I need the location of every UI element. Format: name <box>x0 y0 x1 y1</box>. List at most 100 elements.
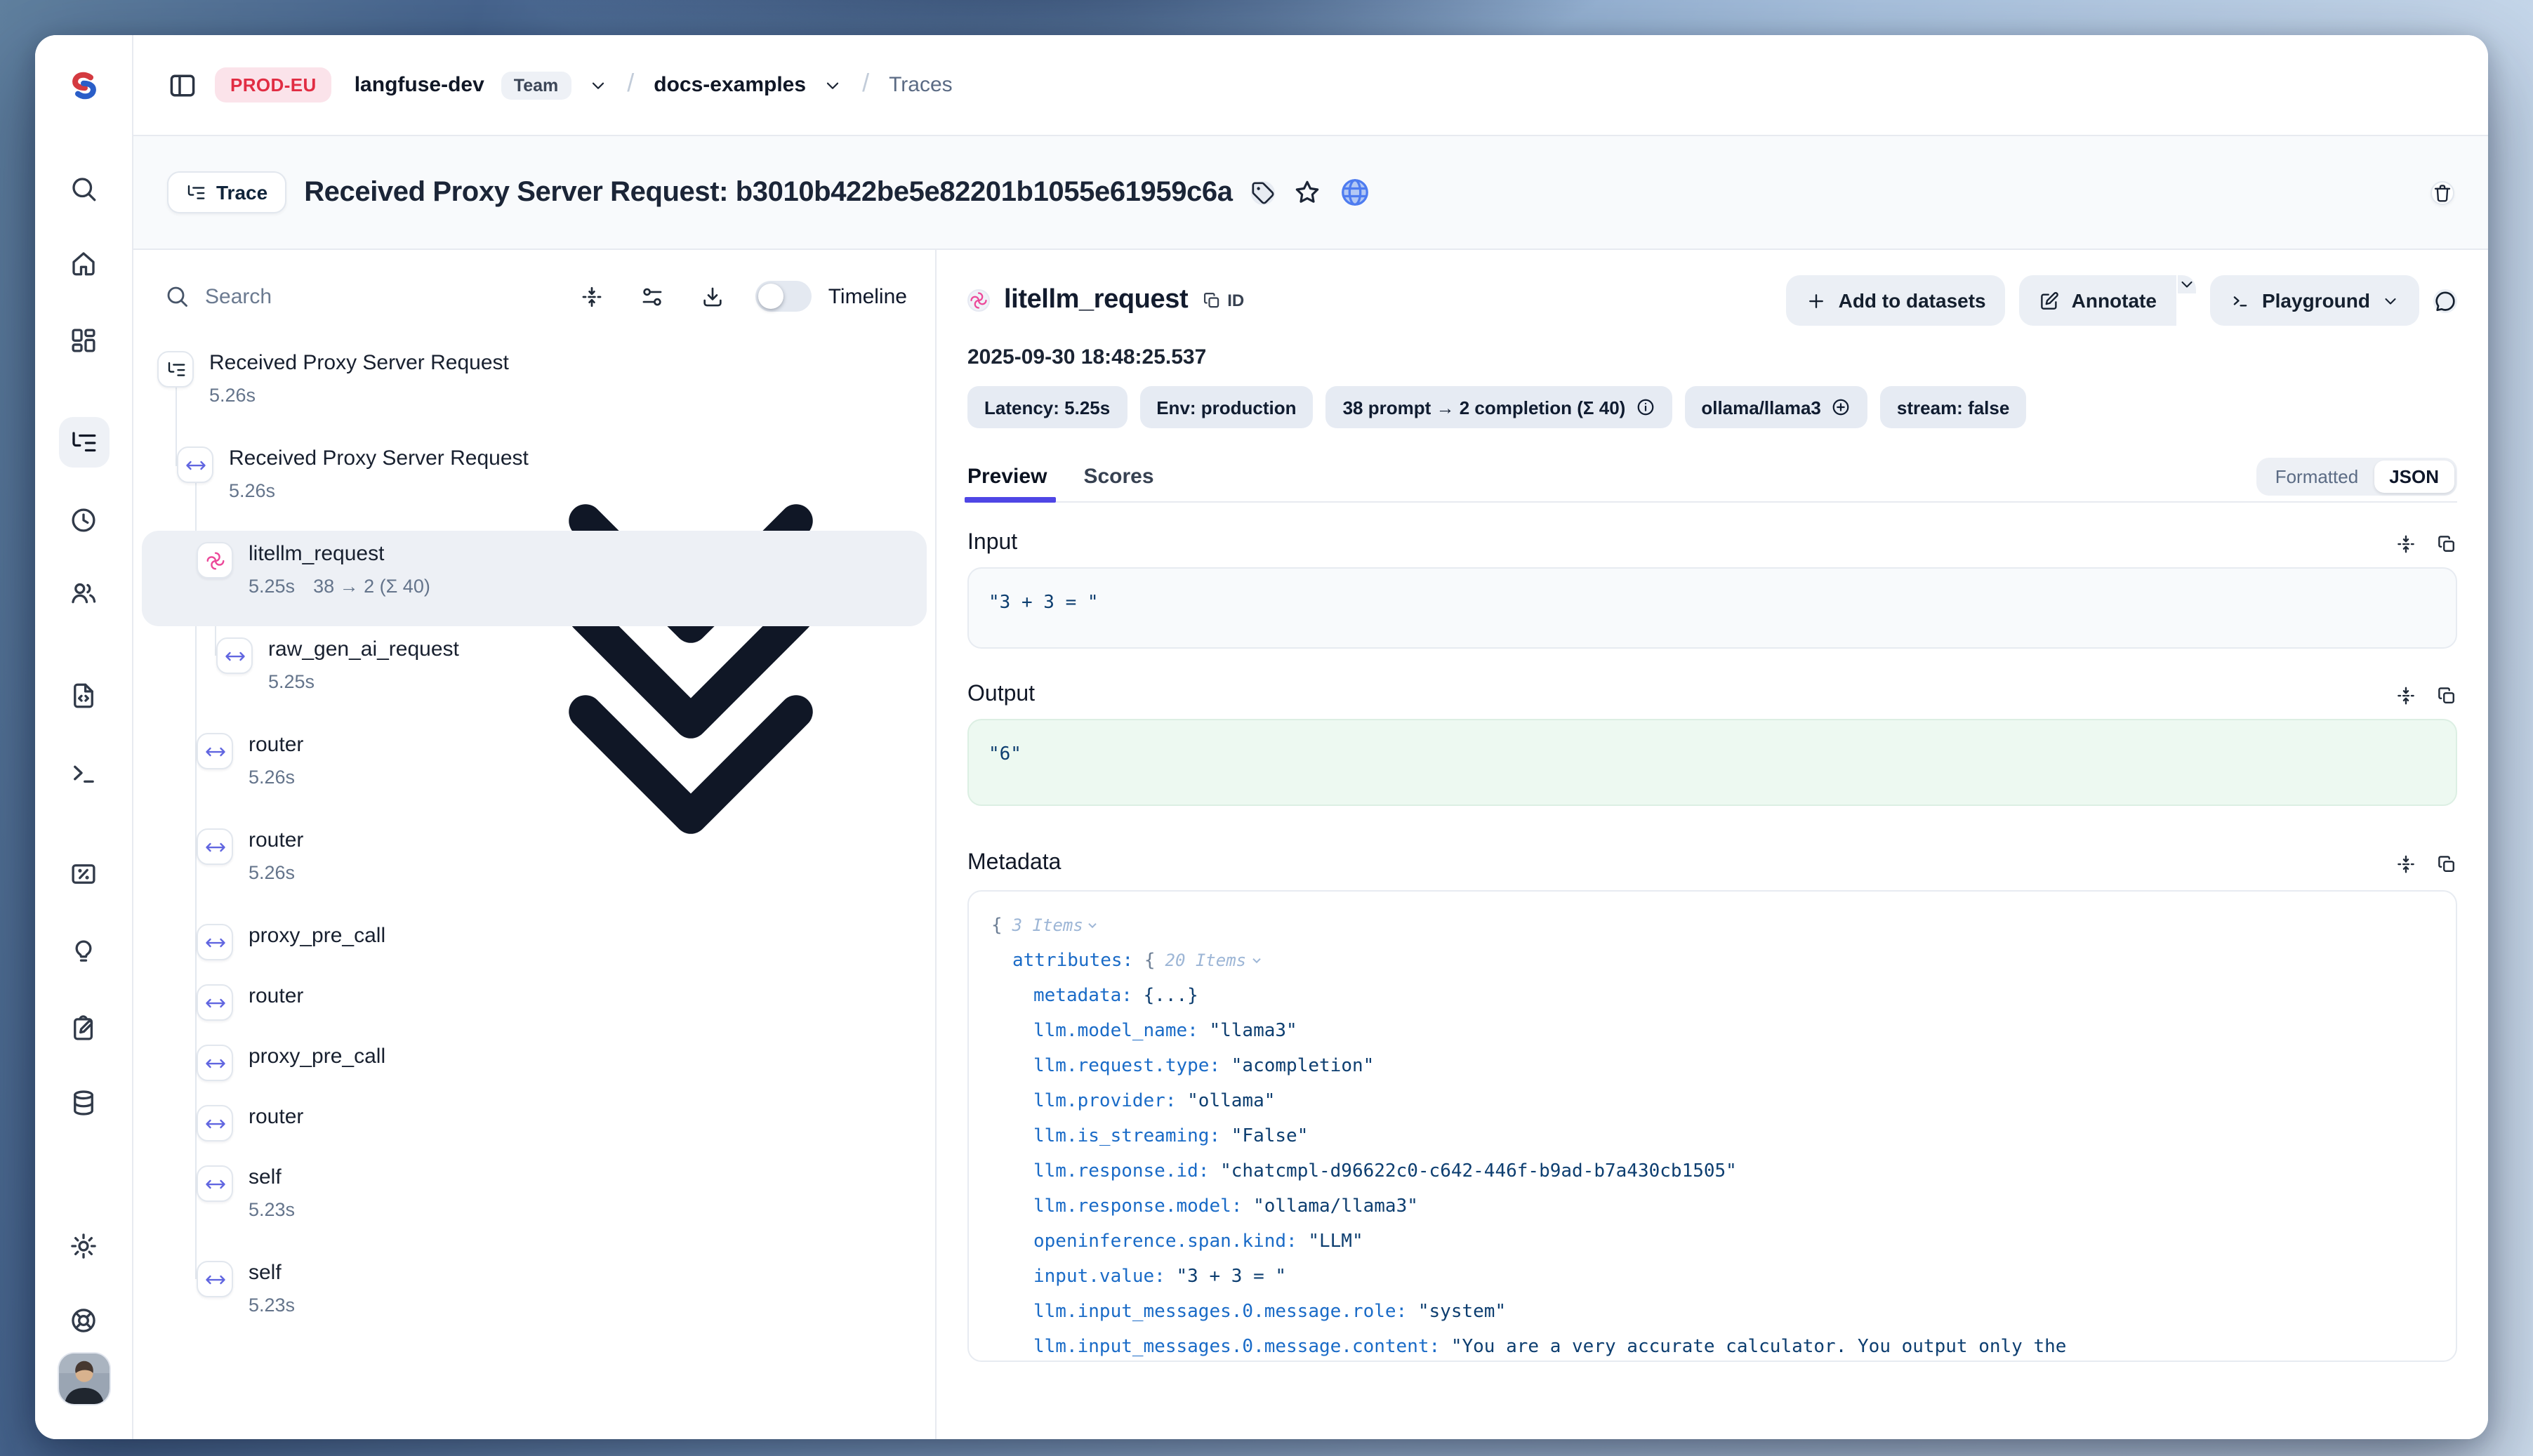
tree-node-proxy-pre-call[interactable]: proxy_pre_call <box>142 1033 927 1094</box>
fold-vertical-icon[interactable] <box>2395 853 2416 874</box>
sidebar-item-home[interactable] <box>58 237 109 288</box>
sidebar-item-annotation[interactable] <box>58 1002 109 1053</box>
json-row: llm.is_streaming: "False" <box>991 1119 2433 1154</box>
json-row: llm.input_messages.0.message.content: "Y… <box>991 1330 2433 1362</box>
environment-badge: PROD-EU <box>215 67 332 102</box>
json-value: "acompletion" <box>1231 1056 1375 1077</box>
copy-id-button[interactable]: ID <box>1202 291 1244 310</box>
sidebar-item-search[interactable] <box>58 163 109 213</box>
json-collapse-hint[interactable]: 3 Items <box>1012 915 1100 935</box>
timeline-toggle[interactable] <box>755 281 812 312</box>
json-row: llm.response.model: "ollama/llama3" <box>991 1189 2433 1224</box>
tree-node-router[interactable]: router <box>142 973 927 1033</box>
fold-vertical-icon[interactable] <box>2395 533 2416 554</box>
sidebar-item-users[interactable] <box>58 567 109 618</box>
annotate-button[interactable]: Annotate <box>2020 275 2176 326</box>
tree-node-proxy-pre-call[interactable]: proxy_pre_call <box>142 913 927 973</box>
breadcrumb-section[interactable]: Traces <box>889 73 953 97</box>
sidebar-item-ideas[interactable] <box>58 925 109 976</box>
detail-tabs: Preview Scores FormattedJSON <box>967 451 2457 503</box>
format-option-formatted[interactable]: Formatted <box>2260 460 2374 492</box>
observation-detail-panel: litellm_request ID Add to datasets Annot… <box>937 250 2488 1439</box>
sessions-icon <box>69 505 98 534</box>
prompts-icon <box>69 680 98 710</box>
tree-node-self[interactable]: self5.23s <box>142 1250 927 1345</box>
add-to-datasets-button[interactable]: Add to datasets <box>1787 275 2006 326</box>
langfuse-logo[interactable] <box>35 35 133 136</box>
chevron-down-icon <box>2381 291 2400 310</box>
playground-button[interactable]: Playground <box>2210 275 2419 326</box>
panel-left-icon[interactable] <box>167 70 198 100</box>
sidebar-item-traces[interactable] <box>58 417 109 468</box>
badge-text: stream: false <box>1897 397 2009 418</box>
json-value: "system" <box>1418 1302 1506 1323</box>
tree-node-router[interactable]: router5.26s <box>142 722 927 817</box>
info-icon[interactable] <box>1635 397 1655 417</box>
node-duration: 5.26s <box>249 764 295 790</box>
sidebar-item-support[interactable] <box>58 1295 109 1345</box>
copy-icon[interactable] <box>2436 853 2457 874</box>
dashboard-icon <box>69 325 98 355</box>
trace-title: Received Proxy Server Request: b3010b422… <box>304 176 1232 209</box>
tree-node-raw-gen-ai-request[interactable]: raw_gen_ai_request5.25s <box>142 626 927 722</box>
plus-circle-icon[interactable] <box>1831 397 1851 417</box>
sidebar-item-sessions[interactable] <box>58 494 109 545</box>
copy-icon[interactable] <box>2436 684 2457 706</box>
json-key: llm.input_messages.0.message.role: <box>1033 1302 1407 1323</box>
sidebar-item-settings[interactable] <box>58 1220 109 1271</box>
sidebar-item-playground[interactable] <box>58 747 109 798</box>
tab-scores[interactable]: Scores <box>1083 451 1153 501</box>
node-duration: 5.26s <box>249 859 295 886</box>
node-name: litellm_request <box>249 539 430 569</box>
json-key: openinference.span.kind: <box>1033 1231 1297 1252</box>
node-name: proxy_pre_call <box>249 921 385 951</box>
delete-trace-button[interactable] <box>2431 180 2454 204</box>
sidebar-item-datasets[interactable] <box>58 1077 109 1127</box>
timeline-label: Timeline <box>828 284 907 308</box>
tree-node-received-proxy-server-request[interactable]: Received Proxy Server Request5.26s <box>142 435 927 531</box>
json-key: llm.request.type: <box>1033 1056 1220 1077</box>
project-chevron-down-icon[interactable] <box>823 75 842 95</box>
node-name: raw_gen_ai_request <box>268 635 459 664</box>
org-name[interactable]: langfuse-dev <box>355 73 484 97</box>
json-value: "3 + 3 = " <box>1177 1266 1287 1288</box>
json-key: llm.input_messages.0.message.content: <box>1033 1337 1440 1358</box>
breadcrumb-divider: / <box>627 69 634 98</box>
json-row: attributes: {20 Items <box>991 944 2433 979</box>
tree-node-received-proxy-server-request[interactable]: Received Proxy Server Request5.26s <box>142 340 927 435</box>
tree-node-router[interactable]: router5.26s <box>142 817 927 913</box>
copy-icon <box>1202 291 1222 310</box>
traces-icon <box>69 428 98 457</box>
tree-node-self[interactable]: self5.23s <box>142 1154 927 1250</box>
annotate-dropdown-chevron[interactable] <box>2178 275 2196 293</box>
tree-node-litellm-request[interactable]: litellm_request5.25s38 → 2 (Σ 40) <box>142 531 927 626</box>
fold-vertical-icon[interactable] <box>2395 684 2416 706</box>
globe-icon[interactable] <box>1340 177 1370 208</box>
span-icon <box>224 645 245 666</box>
project-name[interactable]: docs-examples <box>654 73 806 97</box>
display-settings-icon[interactable] <box>640 284 664 308</box>
search-input[interactable] <box>205 284 373 308</box>
format-toggle: FormattedJSON <box>2257 457 2457 495</box>
tree-node-router[interactable]: router <box>142 1094 927 1154</box>
json-collapse-hint[interactable]: 20 Items <box>1165 951 1264 970</box>
user-avatar[interactable] <box>58 1354 109 1404</box>
format-option-json[interactable]: JSON <box>2374 460 2454 492</box>
copy-icon[interactable] <box>2436 533 2457 554</box>
sidebar-item-evaluation[interactable] <box>58 848 109 899</box>
tab-preview[interactable]: Preview <box>967 451 1047 501</box>
tag-icon[interactable] <box>1251 180 1275 204</box>
json-row: metadata: {...} <box>991 979 2433 1014</box>
output-label: Output <box>967 682 1035 708</box>
json-row: input.value: "3 + 3 = " <box>991 1259 2433 1295</box>
sidebar-item-prompts[interactable] <box>58 670 109 720</box>
span-icon <box>204 741 225 762</box>
star-icon[interactable] <box>1293 178 1321 206</box>
tree-toolbar: Timeline <box>133 250 935 329</box>
json-key: metadata: <box>1033 986 1132 1007</box>
download-icon[interactable] <box>701 284 725 308</box>
sidebar-item-dashboard[interactable] <box>58 315 109 365</box>
collapse-all-icon[interactable] <box>580 284 604 308</box>
comments-button[interactable] <box>2433 289 2457 312</box>
org-chevron-down-icon[interactable] <box>588 75 607 95</box>
